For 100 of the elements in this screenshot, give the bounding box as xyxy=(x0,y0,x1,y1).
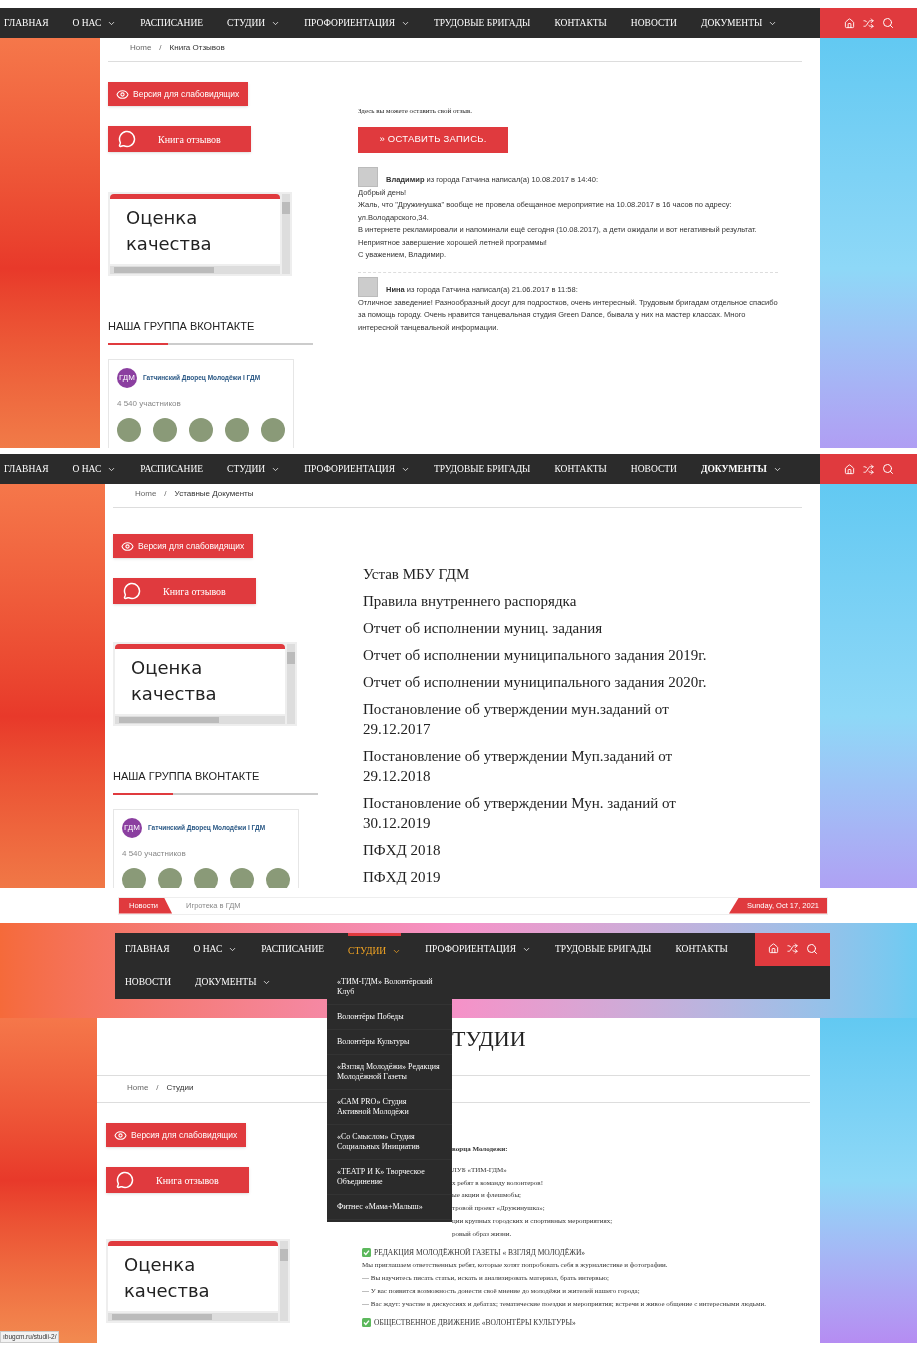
nav-link[interactable]: РАСПИСАНИЕ xyxy=(261,933,325,966)
nav-link[interactable]: КОНТАКТЫ xyxy=(554,454,607,484)
check-icon xyxy=(362,1318,371,1328)
document-link[interactable]: Правила внутреннего распорядка xyxy=(363,591,723,611)
low-vision-button[interactable]: Версия для слабовидящих xyxy=(106,1123,246,1147)
document-link[interactable]: Отчет об исполнении муниципального задания 2020г. xyxy=(363,672,723,692)
nav-link[interactable]: ДОКУМЕНТЫ xyxy=(195,966,272,999)
document-link[interactable]: Постановление об утверждении Муп.заданий от 29.12.2018 xyxy=(363,746,723,786)
nav-link[interactable]: НОВОСТИ xyxy=(125,966,172,999)
guestbook-button[interactable]: Книга отзывов xyxy=(108,126,251,152)
member-avatar[interactable] xyxy=(122,867,146,888)
member-avatar[interactable] xyxy=(189,417,213,442)
nav-link[interactable]: РАСПИСАНИЕ xyxy=(140,454,204,484)
nav-link[interactable]: ДОКУМЕНТЫ xyxy=(700,8,778,38)
member-avatar[interactable] xyxy=(194,867,218,888)
nav-link[interactable]: ГЛАВНАЯ xyxy=(125,933,170,966)
home-icon[interactable] xyxy=(767,943,779,954)
group-logo: ГДМ xyxy=(117,367,137,388)
search-icon[interactable] xyxy=(881,17,894,29)
document-link[interactable]: Отчет об исполнении муниципального задания 2019г. xyxy=(363,645,723,665)
eye-icon xyxy=(116,87,129,101)
check-icon xyxy=(362,1248,371,1258)
breadcrumb-link[interactable]: Home xyxy=(130,42,152,54)
nav-link[interactable]: КОНТАКТЫ xyxy=(675,933,728,966)
guestbook-button[interactable]: Книга отзывов xyxy=(106,1167,249,1193)
breadcrumb-separator: / xyxy=(159,42,162,54)
page-title: ТУДИИ xyxy=(452,1026,526,1051)
home-icon[interactable] xyxy=(843,17,855,29)
nav-link[interactable]: НОВОСТИ xyxy=(630,454,677,484)
dropdown-item[interactable]: Волонтёры Победы xyxy=(327,1005,452,1030)
document-link[interactable]: ПФХД 2018 xyxy=(363,840,723,860)
nav-link[interactable]: СТУДИИ xyxy=(227,454,281,484)
breadcrumb-separator: / xyxy=(156,1082,159,1094)
member-avatar[interactable] xyxy=(225,417,249,442)
nav-link[interactable]: ТРУДОВЫЕ БРИГАДЫ xyxy=(433,8,531,38)
search-icon[interactable] xyxy=(805,943,818,955)
nav-link[interactable]: ГЛАВНАЯ xyxy=(4,8,49,38)
quality-heading: Оценка качества xyxy=(131,656,218,706)
member-count: 4 540 участников xyxy=(122,847,187,860)
home-icon[interactable] xyxy=(843,463,855,475)
nav-link[interactable]: О НАС xyxy=(72,454,117,484)
member-avatar[interactable] xyxy=(158,867,182,888)
breadcrumb-current: Студии xyxy=(166,1082,194,1094)
nav-link[interactable]: СТУДИИ xyxy=(227,8,281,38)
speech-bubble-icon xyxy=(118,130,136,148)
breadcrumb-separator: / xyxy=(164,488,167,500)
document-link[interactable]: Постановление об утверждении мун.заданий от 29.12.2017 xyxy=(363,699,723,739)
nav-link[interactable]: ПРОФОРИЕНТАЦИЯ xyxy=(304,454,410,484)
nav-link[interactable]: ТРУДОВЫЕ БРИГАДЫ xyxy=(433,454,531,484)
dropdown-item[interactable]: «Взгляд Молодёжи» Редакция Молодёжной Газеты xyxy=(327,1055,452,1090)
group-logo: ГДМ xyxy=(122,817,142,838)
dropdown-item[interactable]: «САМ PRO» Студия Активной Молодёжи xyxy=(327,1090,452,1125)
user-avatar xyxy=(358,276,378,297)
nav-link[interactable]: О НАС xyxy=(72,8,117,38)
user-avatar xyxy=(358,166,378,187)
quality-heading: Оценка качества xyxy=(126,206,213,256)
document-link[interactable]: ПФХД 2019 xyxy=(363,867,723,887)
member-avatar[interactable] xyxy=(230,867,254,888)
speech-bubble-icon xyxy=(123,582,141,600)
dropdown-item[interactable]: «ТЕАТР И К» Творческое Объединение xyxy=(327,1160,452,1195)
eye-icon xyxy=(121,539,134,553)
document-link[interactable]: Постановление об утверждении Мун. заданий от 30.12.2019 xyxy=(363,793,723,833)
nav-link[interactable]: РАСПИСАНИЕ xyxy=(140,8,204,38)
nav-link[interactable]: ТРУДОВЫЕ БРИГАДЫ xyxy=(554,933,652,966)
dropdown-item[interactable]: «Со Смыслом» Студия Социальных Инициатив xyxy=(327,1125,452,1160)
document-link[interactable]: Отчет об исполнении муниц. задания xyxy=(363,618,723,638)
nav-link[interactable]: ПРОФОРИЕНТАЦИЯ xyxy=(425,933,531,966)
dropdown-item[interactable]: Волонтёры Культуры xyxy=(327,1030,452,1055)
breadcrumb-link[interactable]: Home xyxy=(127,1082,149,1094)
nav-link[interactable]: НОВОСТИ xyxy=(630,8,677,38)
member-avatar[interactable] xyxy=(153,417,177,442)
breadcrumb-current: Книга Отзывов xyxy=(169,42,225,54)
nav-link[interactable]: ПРОФОРИЕНТАЦИЯ xyxy=(304,8,410,38)
chevron-down-icon xyxy=(521,945,531,954)
nav-link[interactable]: О НАС xyxy=(193,933,238,966)
shuffle-icon[interactable] xyxy=(862,17,874,29)
member-avatar[interactable] xyxy=(261,417,285,442)
leave-review-button[interactable]: » ОСТАВИТЬ ЗАПИСЬ. xyxy=(358,126,508,153)
dropdown-item[interactable]: «ТИМ-ГДМ» Волонтёрский Клуб xyxy=(327,970,452,1005)
member-avatar[interactable] xyxy=(117,417,141,442)
shuffle-icon[interactable] xyxy=(786,943,798,954)
eye-icon xyxy=(114,1128,127,1142)
section-heading: НАША ГРУППА ВКОНТАКТЕ xyxy=(108,319,256,334)
member-avatar[interactable] xyxy=(266,867,290,888)
nav-link[interactable]: ГЛАВНАЯ xyxy=(4,454,49,484)
quality-heading: Оценка качества xyxy=(124,1253,211,1303)
low-vision-button[interactable]: Версия для слабовидящих xyxy=(113,534,253,558)
document-link[interactable]: Устав МБУ ГДМ xyxy=(363,564,723,584)
dropdown-item[interactable]: Фитнес «Мама+Малыш» xyxy=(327,1195,452,1220)
low-vision-button[interactable]: Версия для слабовидящих xyxy=(108,82,248,106)
nav-link[interactable]: ДОКУМЕНТЫ xyxy=(700,454,782,484)
section-heading: НАША ГРУППА ВКОНТАКТЕ xyxy=(113,769,261,784)
breadcrumb-link[interactable]: Home xyxy=(135,488,157,500)
member-count: 4 540 участников xyxy=(117,397,182,410)
nav-link[interactable]: КОНТАКТЫ xyxy=(554,8,607,38)
chevron-down-icon xyxy=(262,978,272,987)
speech-bubble-icon xyxy=(116,1171,134,1189)
search-icon[interactable] xyxy=(881,463,894,475)
shuffle-icon[interactable] xyxy=(862,463,874,475)
guestbook-button[interactable]: Книга отзывов xyxy=(113,578,256,604)
